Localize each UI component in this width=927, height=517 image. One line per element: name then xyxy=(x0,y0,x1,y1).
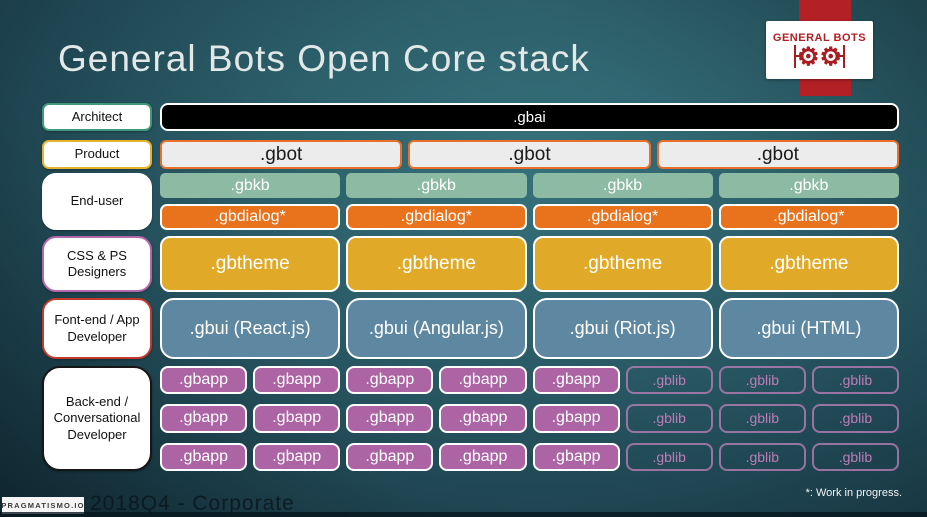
page-title: General Bots Open Core stack xyxy=(58,38,590,79)
gbapp-box: .gbapp xyxy=(160,442,248,471)
gbdialog-box: .gbdialog* xyxy=(718,204,899,230)
gblib-box: .gblib xyxy=(811,404,899,433)
gbdialog-box: .gbdialog* xyxy=(346,204,527,230)
gblib-box: .gblib xyxy=(625,404,713,433)
gears-icon: ⚙⚙ xyxy=(794,44,845,69)
gblib-box: .gblib xyxy=(811,442,899,471)
gbtheme-box: .gbtheme xyxy=(346,236,527,292)
gbdialog-box: .gbdialog* xyxy=(160,204,341,230)
gblib-box: .gblib xyxy=(718,404,806,433)
gbtheme-box: .gbtheme xyxy=(160,236,341,292)
general-bots-logo: GENERAL BOTS ⚙⚙ xyxy=(766,21,873,79)
gbkb-box: .gbkb xyxy=(532,173,713,198)
label-frontend: Font-end / App Developer xyxy=(42,298,152,359)
gbapp-box: .gbapp xyxy=(439,442,527,471)
gbapp-box: .gbapp xyxy=(532,442,620,471)
work-in-progress-note: *: Work in progress. xyxy=(805,487,902,499)
gbui-react-box: .gbui (React.js) xyxy=(160,298,341,359)
gbapp-box: .gbapp xyxy=(253,404,341,433)
gblib-box: .gblib xyxy=(625,442,713,471)
label-end-user: End-user xyxy=(42,173,152,230)
gblib-box: .gblib xyxy=(718,366,806,395)
gbtheme-box: .gbtheme xyxy=(532,236,713,292)
gbapp-box: .gbapp xyxy=(439,404,527,433)
gbapp-box: .gbapp xyxy=(160,404,248,433)
gblib-box: .gblib xyxy=(625,366,713,395)
gbapp-box: .gbapp xyxy=(160,366,248,395)
gbapp-box: .gbapp xyxy=(532,404,620,433)
gbui-html-box: .gbui (HTML) xyxy=(718,298,899,359)
gbdialog-box: .gbdialog* xyxy=(532,204,713,230)
gbkb-box: .gbkb xyxy=(160,173,341,198)
gbot-box: .gbot xyxy=(160,140,403,169)
gbapp-box: .gbapp xyxy=(346,404,434,433)
slide: { "title": "General Bots Open Core stack… xyxy=(0,0,927,517)
gbapp-box: .gbapp xyxy=(532,366,620,395)
layer-designers: CSS & PS Designers .gbtheme .gbtheme .gb… xyxy=(42,236,899,292)
layer-frontend: Font-end / App Developer .gbui (React.js… xyxy=(42,298,899,359)
gbai-box: .gbai xyxy=(160,103,899,131)
label-backend: Back-end / Conversational Developer xyxy=(42,366,152,471)
gbot-box: .gbot xyxy=(408,140,651,169)
gblib-box: .gblib xyxy=(718,442,806,471)
layer-architect: Architect .gbai xyxy=(42,103,899,131)
gbapp-box: .gbapp xyxy=(346,442,434,471)
gbkb-box: .gbkb xyxy=(718,173,899,198)
gbapp-box: .gbapp xyxy=(346,366,434,395)
gbtheme-box: .gbtheme xyxy=(718,236,899,292)
gbui-riot-box: .gbui (Riot.js) xyxy=(532,298,713,359)
bottom-strip xyxy=(0,512,927,517)
gbkb-box: .gbkb xyxy=(346,173,527,198)
gear-bar-right xyxy=(835,45,845,68)
gbot-box: .gbot xyxy=(656,140,899,169)
label-designers: CSS & PS Designers xyxy=(42,236,152,292)
gbapp-box: .gbapp xyxy=(253,442,341,471)
gblib-box: .gblib xyxy=(811,366,899,395)
gear-bar-left xyxy=(794,45,804,68)
label-product: Product xyxy=(42,140,152,169)
gbapp-box: .gbapp xyxy=(253,366,341,395)
stack-diagram: Architect .gbai Product .gbot .gbot .gbo… xyxy=(42,103,899,471)
gbapp-box: .gbapp xyxy=(439,366,527,395)
layer-product: Product .gbot .gbot .gbot xyxy=(42,140,899,169)
layer-backend: Back-end / Conversational Developer .gba… xyxy=(42,366,899,471)
gbui-angular-box: .gbui (Angular.js) xyxy=(346,298,527,359)
layer-end-user: End-user .gbkb .gbkb .gbkb .gbkb .gbdial… xyxy=(42,173,899,230)
label-architect: Architect xyxy=(42,103,152,131)
